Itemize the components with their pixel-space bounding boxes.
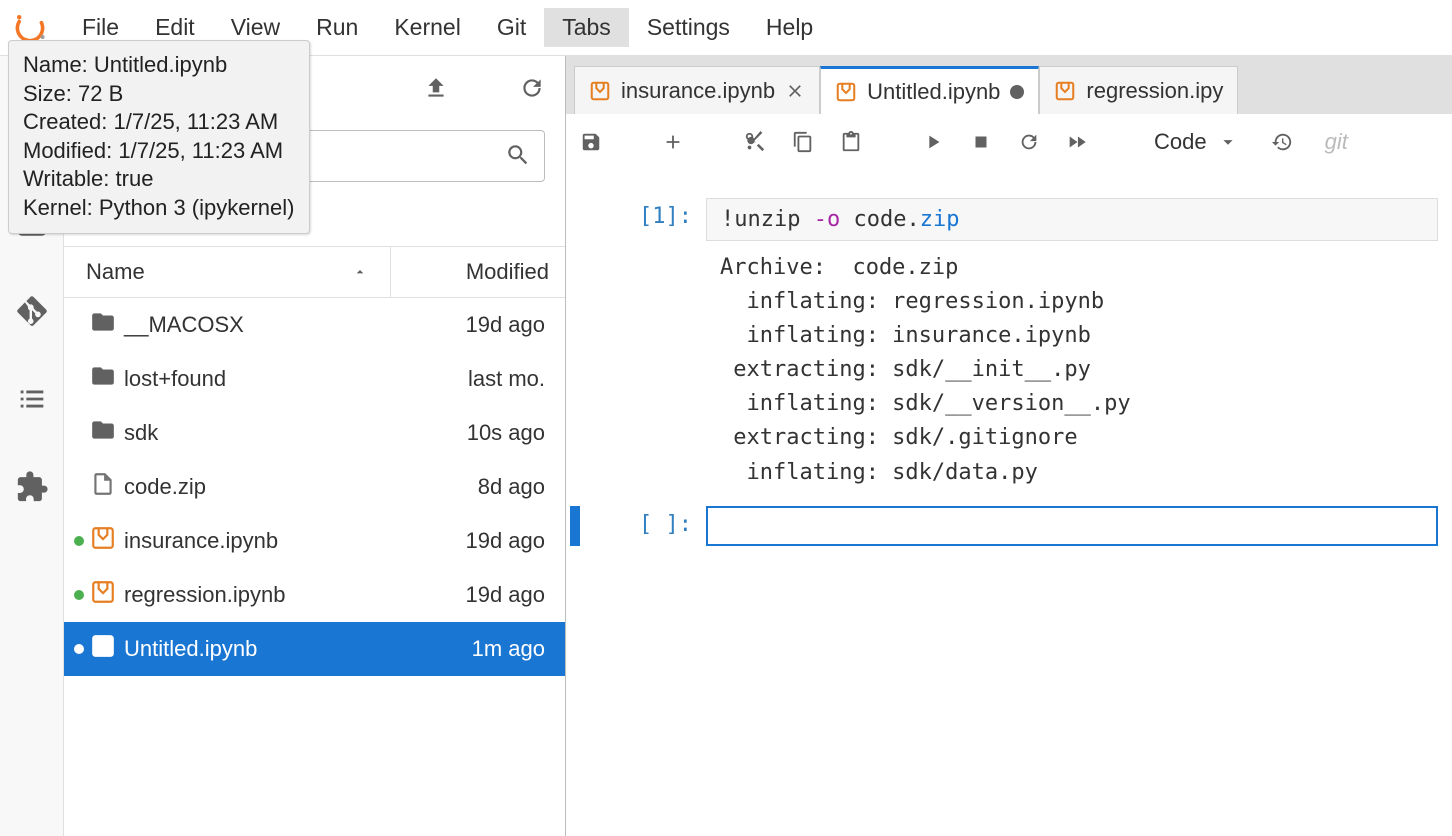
cell-1-output: Archive: code.zip inflating: regression.… bbox=[706, 241, 1438, 496]
file-modified: 19d ago bbox=[405, 528, 555, 554]
file-list: __MACOSX19d agolost+foundlast mo.sdk10s … bbox=[64, 298, 565, 836]
notebook-icon bbox=[90, 633, 124, 665]
file-name: regression.ipynb bbox=[124, 582, 405, 608]
file-row[interactable]: regression.ipynb19d ago bbox=[64, 568, 565, 622]
file-row[interactable]: sdk10s ago bbox=[64, 406, 565, 460]
menu-kernel[interactable]: Kernel bbox=[376, 8, 478, 47]
cell-1-prompt: [1]: bbox=[586, 198, 706, 496]
refresh-icon[interactable] bbox=[519, 75, 545, 101]
cell-1[interactable]: [1]: !unzip -o code.zip Archive: code.zi… bbox=[566, 198, 1452, 506]
menu-help[interactable]: Help bbox=[748, 8, 831, 47]
cut-icon[interactable] bbox=[744, 131, 766, 153]
cell-2[interactable]: [ ]: bbox=[566, 506, 1452, 556]
tab[interactable]: Untitled.ipynb bbox=[820, 66, 1039, 114]
run-icon[interactable] bbox=[922, 131, 944, 153]
file-row[interactable]: Untitled.ipynb1m ago bbox=[64, 622, 565, 676]
cell-type-select[interactable]: Code bbox=[1148, 127, 1245, 157]
git-panel-icon[interactable] bbox=[15, 294, 49, 328]
paste-icon[interactable] bbox=[840, 131, 862, 153]
file-row[interactable]: code.zip8d ago bbox=[64, 460, 565, 514]
chevron-down-icon bbox=[1217, 131, 1239, 153]
tab-label: Untitled.ipynb bbox=[867, 79, 1000, 105]
notebook-icon bbox=[835, 81, 857, 103]
menu-tabs[interactable]: Tabs bbox=[544, 8, 629, 47]
tab-label: regression.ipy bbox=[1086, 78, 1223, 104]
folder-icon bbox=[90, 309, 124, 341]
git-label: git bbox=[1325, 129, 1348, 155]
status-dot bbox=[74, 644, 84, 654]
file-modified: 1m ago bbox=[405, 636, 555, 662]
search-icon bbox=[505, 142, 531, 168]
file-name: code.zip bbox=[124, 474, 405, 500]
header-name-column[interactable]: Name bbox=[64, 247, 391, 297]
tab[interactable]: insurance.ipynb bbox=[574, 66, 820, 114]
tab-strip: insurance.ipynb Untitled.ipynb regression.… bbox=[566, 56, 1452, 114]
menu-settings[interactable]: Settings bbox=[629, 8, 748, 47]
add-cell-icon[interactable] bbox=[662, 131, 684, 153]
folder-icon bbox=[90, 417, 124, 449]
copy-icon[interactable] bbox=[792, 131, 814, 153]
cell-2-code[interactable] bbox=[706, 506, 1438, 546]
sort-asc-icon bbox=[352, 264, 368, 280]
file-modified: 10s ago bbox=[405, 420, 555, 446]
file-name: Untitled.ipynb bbox=[124, 636, 405, 662]
status-dot bbox=[74, 536, 84, 546]
menu-git[interactable]: Git bbox=[479, 8, 544, 47]
file-row[interactable]: insurance.ipynb19d ago bbox=[64, 514, 565, 568]
file-list-header: Name Modified bbox=[64, 246, 565, 298]
header-modified-column[interactable]: Modified bbox=[391, 247, 565, 297]
fast-forward-icon[interactable] bbox=[1066, 131, 1088, 153]
notebook-icon bbox=[90, 525, 124, 557]
cells-container: [1]: !unzip -o code.zip Archive: code.zi… bbox=[566, 170, 1452, 836]
tab[interactable]: regression.ipy bbox=[1039, 66, 1238, 114]
history-icon[interactable] bbox=[1271, 131, 1293, 153]
toc-panel-icon[interactable] bbox=[15, 382, 49, 416]
save-icon[interactable] bbox=[580, 131, 602, 153]
stop-icon[interactable] bbox=[970, 131, 992, 153]
cell-2-prompt: [ ]: bbox=[586, 506, 706, 546]
file-name: lost+found bbox=[124, 366, 405, 392]
cell-1-code[interactable]: !unzip -o code.zip bbox=[706, 198, 1438, 241]
file-name: insurance.ipynb bbox=[124, 528, 405, 554]
close-icon[interactable] bbox=[785, 81, 805, 101]
file-name: sdk bbox=[124, 420, 405, 446]
file-modified: last mo. bbox=[405, 366, 555, 392]
tab-label: insurance.ipynb bbox=[621, 78, 775, 104]
file-modified: 19d ago bbox=[405, 312, 555, 338]
restart-icon[interactable] bbox=[1018, 131, 1040, 153]
folder-icon bbox=[90, 363, 124, 395]
notebook-icon bbox=[90, 579, 124, 611]
extensions-panel-icon[interactable] bbox=[15, 470, 49, 504]
file-row[interactable]: lost+foundlast mo. bbox=[64, 352, 565, 406]
file-name: __MACOSX bbox=[124, 312, 405, 338]
file-modified: 19d ago bbox=[405, 582, 555, 608]
menu-run[interactable]: Run bbox=[298, 8, 376, 47]
file-modified: 8d ago bbox=[405, 474, 555, 500]
upload-icon[interactable] bbox=[423, 75, 449, 101]
file-row[interactable]: __MACOSX19d ago bbox=[64, 298, 565, 352]
file-info-tooltip: Name: Untitled.ipynb Size: 72 B Created:… bbox=[8, 40, 310, 234]
notebook-area: insurance.ipynb Untitled.ipynb regression.… bbox=[566, 56, 1452, 836]
notebook-toolbar: Code git bbox=[566, 114, 1452, 170]
unsaved-indicator bbox=[1010, 85, 1024, 99]
file-icon bbox=[90, 471, 124, 503]
notebook-icon bbox=[1054, 80, 1076, 102]
status-dot bbox=[74, 590, 84, 600]
notebook-icon bbox=[589, 80, 611, 102]
